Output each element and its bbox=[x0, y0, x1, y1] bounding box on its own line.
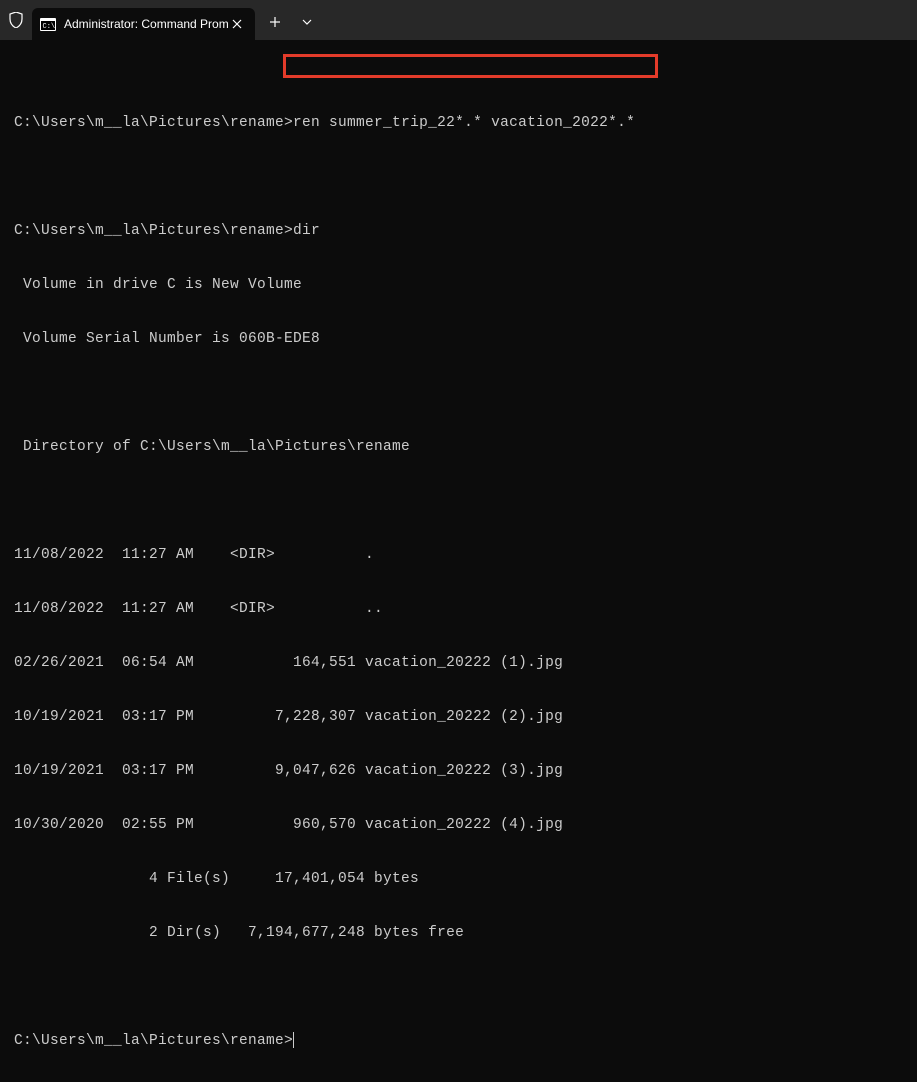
terminal-line: 10/30/2020 02:55 PM 960,570 vacation_202… bbox=[14, 816, 903, 834]
terminal-line: C:\Users\m__la\Pictures\rename> bbox=[14, 1032, 903, 1050]
terminal-line: 10/19/2021 03:17 PM 9,047,626 vacation_2… bbox=[14, 762, 903, 780]
terminal-line: C:\Users\m__la\Pictures\rename>dir bbox=[14, 222, 903, 240]
titlebar: C:\ Administrator: Command Prom bbox=[0, 0, 917, 40]
chevron-down-icon[interactable] bbox=[291, 6, 323, 38]
prompt: C:\Users\m__la\Pictures\rename> bbox=[14, 1033, 293, 1049]
command-text: ren summer_trip_22*.* vacation_2022*.* bbox=[293, 115, 635, 131]
terminal-content[interactable]: C:\Users\m__la\Pictures\rename>ren summe… bbox=[0, 40, 917, 1082]
terminal-line: Volume in drive C is New Volume bbox=[14, 276, 903, 294]
cursor bbox=[293, 1032, 294, 1048]
tab-title: Administrator: Command Prom bbox=[64, 17, 229, 31]
terminal-line: C:\Users\m__la\Pictures\rename>ren summe… bbox=[14, 114, 903, 132]
terminal-line bbox=[14, 384, 903, 402]
terminal-line bbox=[14, 492, 903, 510]
terminal-line: 4 File(s) 17,401,054 bytes bbox=[14, 870, 903, 888]
terminal-tab[interactable]: C:\ Administrator: Command Prom bbox=[32, 8, 255, 40]
highlight-annotation bbox=[283, 54, 658, 78]
terminal-line: 2 Dir(s) 7,194,677,248 bytes free bbox=[14, 924, 903, 942]
terminal-line bbox=[14, 978, 903, 996]
prompt: C:\Users\m__la\Pictures\rename> bbox=[14, 115, 293, 131]
terminal-line: 11/08/2022 11:27 AM <DIR> . bbox=[14, 546, 903, 564]
terminal-line: 02/26/2021 06:54 AM 164,551 vacation_202… bbox=[14, 654, 903, 672]
close-icon[interactable] bbox=[229, 16, 245, 32]
new-tab-button[interactable] bbox=[259, 6, 291, 38]
svg-text:C:\: C:\ bbox=[43, 23, 56, 31]
terminal-line: 10/19/2021 03:17 PM 7,228,307 vacation_2… bbox=[14, 708, 903, 726]
terminal-line: Directory of C:\Users\m__la\Pictures\ren… bbox=[14, 438, 903, 456]
terminal-line: Volume Serial Number is 060B-EDE8 bbox=[14, 330, 903, 348]
terminal-line bbox=[14, 168, 903, 186]
shield-icon bbox=[8, 11, 24, 29]
terminal-line: 11/08/2022 11:27 AM <DIR> .. bbox=[14, 600, 903, 618]
cmd-icon: C:\ bbox=[40, 16, 56, 32]
